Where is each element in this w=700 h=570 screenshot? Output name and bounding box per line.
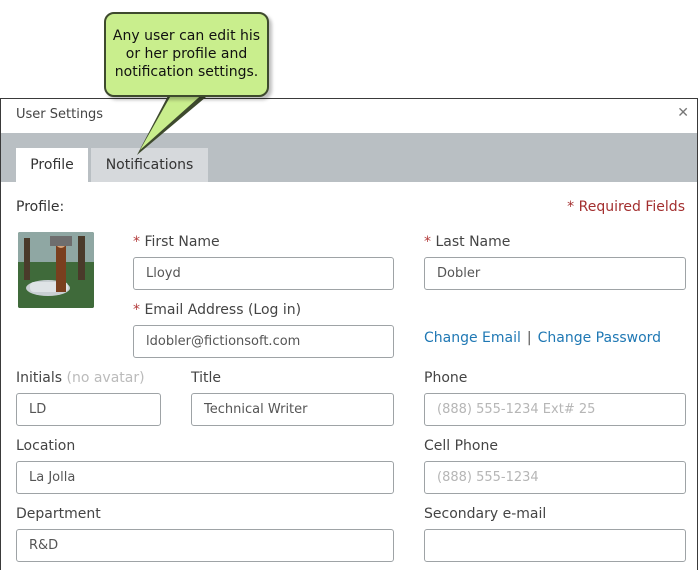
- department-label: Department: [16, 506, 101, 522]
- email-label: * Email Address (Log in): [133, 302, 301, 318]
- link-separator: |: [526, 330, 532, 346]
- first-name-label: * First Name: [133, 234, 220, 250]
- email-label-text: Email Address (Log in): [144, 302, 302, 318]
- change-email-link[interactable]: Change Email: [424, 330, 521, 346]
- secondary-email-field[interactable]: [424, 529, 686, 562]
- title-label: Title: [191, 370, 222, 386]
- initials-hint: (no avatar): [66, 370, 145, 386]
- callout-text: Any user can edit his or her profile and…: [112, 28, 261, 80]
- last-name-field[interactable]: Dobler: [424, 257, 686, 290]
- required-marker: *: [133, 234, 140, 250]
- email-field[interactable]: ldobler@fictionsoft.com: [133, 325, 394, 358]
- last-name-label: * Last Name: [424, 234, 510, 250]
- initials-label: Initials (no avatar): [16, 370, 145, 386]
- location-field[interactable]: La Jolla: [16, 461, 394, 494]
- phone-label: Phone: [424, 370, 468, 386]
- title-field[interactable]: Technical Writer: [191, 393, 394, 426]
- location-label: Location: [16, 438, 76, 454]
- initials-label-text: Initials: [16, 370, 63, 386]
- initials-field[interactable]: LD: [16, 393, 161, 426]
- change-password-link[interactable]: Change Password: [538, 330, 661, 346]
- required-marker: *: [424, 234, 431, 250]
- section-title: Profile:: [16, 199, 65, 215]
- last-name-label-text: Last Name: [435, 234, 511, 250]
- first-name-label-text: First Name: [144, 234, 220, 250]
- first-name-field[interactable]: Lloyd: [133, 257, 394, 290]
- user-photo: [18, 232, 94, 308]
- secondary-email-label: Secondary e-mail: [424, 506, 547, 522]
- cell-phone-field[interactable]: (888) 555-1234: [424, 461, 686, 494]
- avatar[interactable]: [18, 232, 94, 308]
- phone-field[interactable]: (888) 555-1234 Ext# 25: [424, 393, 686, 426]
- help-callout: Any user can edit his or her profile and…: [104, 12, 269, 97]
- required-fields-note: * Required Fields: [567, 199, 685, 215]
- cell-phone-label: Cell Phone: [424, 438, 498, 454]
- account-links: Change Email | Change Password: [424, 330, 661, 346]
- required-marker: *: [133, 302, 140, 318]
- department-field[interactable]: R&D: [16, 529, 394, 562]
